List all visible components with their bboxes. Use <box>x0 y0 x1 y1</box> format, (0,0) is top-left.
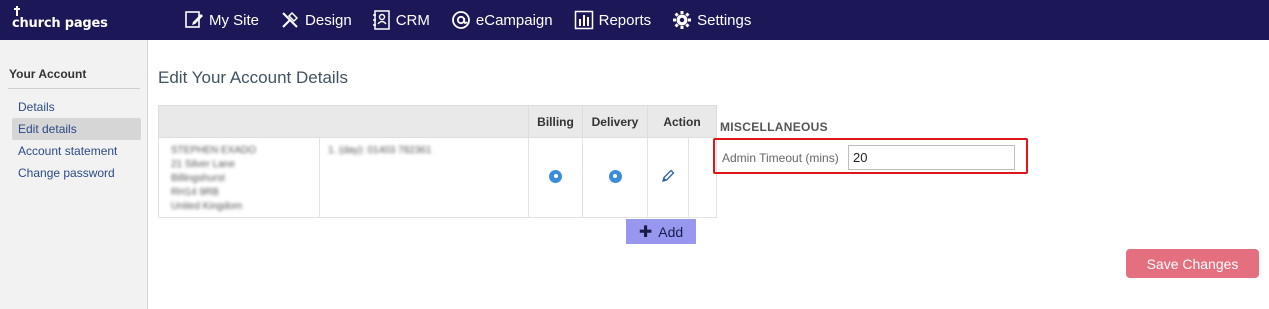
table-row: STEPHEN EXADO 21 Silver Lane Billingshur… <box>158 137 717 218</box>
phone-text: 1. (day): 01403 782361 <box>328 145 432 156</box>
add-button-label: Add <box>658 223 684 240</box>
sidebar-divider <box>8 88 140 89</box>
nav-design[interactable]: Design <box>280 0 352 40</box>
billing-radio[interactable] <box>549 169 562 183</box>
admin-timeout-input[interactable] <box>848 145 1015 170</box>
miscellaneous-heading: MISCELLANEOUS <box>720 120 828 134</box>
action-cell <box>647 137 689 218</box>
nav-settings[interactable]: Settings <box>672 0 751 40</box>
billing-cell <box>528 137 583 218</box>
main-nav: My Site Design CRM eCampaign Reports Set… <box>184 0 772 40</box>
billing-column-header: Billing <box>528 105 583 138</box>
add-address-button[interactable]: ✚ Add <box>626 219 696 244</box>
table-header-row: Billing Delivery Action <box>158 105 717 138</box>
delivery-cell <box>582 137 648 218</box>
cross-mark <box>14 8 20 10</box>
admin-timeout-label: Admin Timeout (mins) <box>722 151 839 165</box>
design-tools-icon <box>282 11 299 28</box>
address-line: RH14 9RB <box>171 187 219 198</box>
at-sign-icon <box>451 11 470 29</box>
nav-reports-label: Reports <box>598 11 652 29</box>
phone-cell: 1. (day): 01403 782361 <box>319 137 529 218</box>
delivery-column-header: Delivery <box>582 105 648 138</box>
sidebar-title: Your Account <box>9 67 87 81</box>
nav-ecampaign-label: eCampaign <box>475 11 553 29</box>
account-sidebar: Your Account Details Edit details Accoun… <box>0 40 148 309</box>
address-column-header <box>158 105 529 138</box>
nav-ecampaign[interactable]: eCampaign <box>451 0 553 40</box>
address-line: STEPHEN EXADO <box>171 145 257 156</box>
page-title: Edit Your Account Details <box>158 68 348 87</box>
gear-icon <box>673 11 692 29</box>
edit-page-icon <box>185 11 203 28</box>
sidebar-item-edit-details[interactable]: Edit details <box>12 118 141 140</box>
nav-crm-label: CRM <box>395 11 430 29</box>
address-table: Billing Delivery Action STEPHEN EXADO 21… <box>158 105 717 218</box>
bar-chart-icon <box>574 10 593 30</box>
contact-card-icon <box>372 10 390 30</box>
delivery-radio[interactable] <box>608 169 622 183</box>
top-navbar: church pages My Site Design CRM eCampaig… <box>0 0 1269 40</box>
nav-my-site-label: My Site <box>209 11 260 29</box>
logo-text: church pages <box>12 16 108 31</box>
nav-design-label: Design <box>305 11 352 29</box>
address-line: 21 Silver Lane <box>171 159 235 170</box>
address-line: Billingshurst <box>171 173 225 184</box>
nav-my-site[interactable]: My Site <box>184 0 259 40</box>
plus-icon: ✚ <box>638 223 653 241</box>
action-column-header: Action <box>647 105 717 138</box>
save-changes-button[interactable]: Save Changes <box>1126 249 1259 278</box>
church-pages-logo[interactable]: church pages <box>12 6 108 32</box>
sidebar-item-account-statement[interactable]: Account statement <box>12 140 141 162</box>
sidebar-item-change-password[interactable]: Change password <box>12 162 141 184</box>
nav-settings-label: Settings <box>697 11 752 29</box>
pencil-edit-icon[interactable] <box>661 169 675 183</box>
address-line: United Kingdom <box>171 201 243 212</box>
nav-reports[interactable]: Reports <box>574 0 652 40</box>
nav-crm[interactable]: CRM <box>372 0 430 40</box>
sidebar-item-details[interactable]: Details <box>12 96 141 118</box>
address-text: STEPHEN EXADO 21 Silver Lane Billingshur… <box>171 144 319 214</box>
address-cell: STEPHEN EXADO 21 Silver Lane Billingshur… <box>158 137 320 218</box>
